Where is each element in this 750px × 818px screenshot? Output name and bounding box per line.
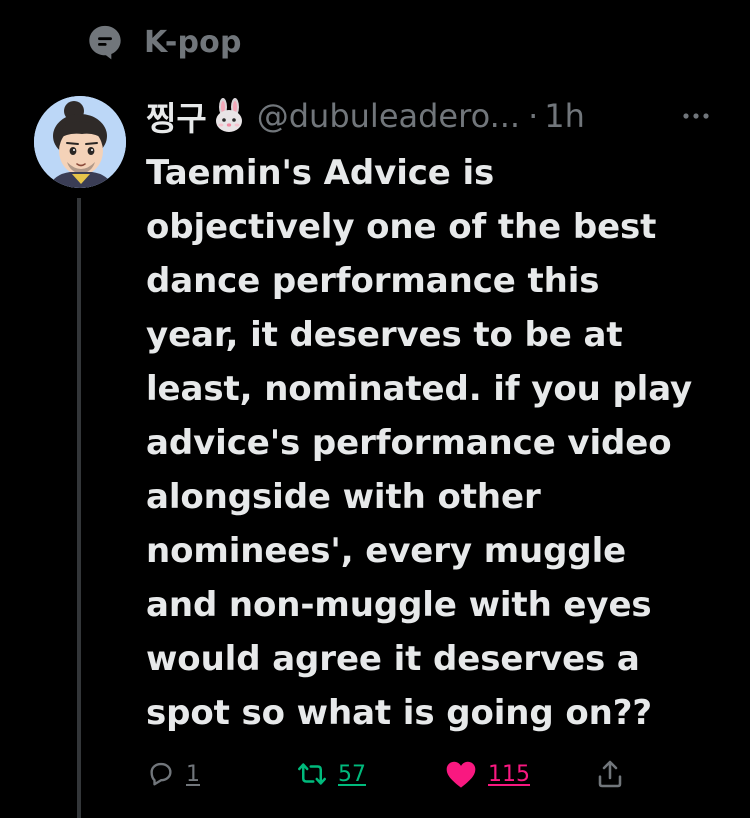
retweet-button[interactable]: 57 [296,759,366,789]
more-horizontal-icon [683,113,709,119]
like-button[interactable]: 115 [444,759,530,789]
topic-label[interactable]: K-pop [144,25,242,60]
like-count: 115 [488,761,530,787]
thread-line [77,198,81,818]
rabbit-face-icon [215,98,242,132]
share-icon [598,760,622,788]
tweet-actions: 1 57 115 [146,752,636,796]
retweet-count: 57 [338,761,366,787]
heart-filled-icon [446,761,476,788]
tweet-timestamp[interactable]: 1h [544,97,585,135]
avatar[interactable] [34,96,126,188]
reply-bubble-icon [150,762,172,786]
header-separator: · [528,97,539,135]
topic-context[interactable]: K-pop [86,18,242,66]
share-button[interactable] [594,758,626,790]
author-handle[interactable]: @dubuleadero... [257,97,520,135]
author-display-name[interactable]: 찡구 [146,92,207,140]
reply-button[interactable]: 1 [146,759,200,789]
retweet-icon [298,763,326,785]
topic-chat-icon [89,25,121,60]
reply-count: 1 [186,761,200,787]
tweet-text: Taemin's Advice is objectively one of th… [146,153,693,733]
avatar-illustration [34,96,126,188]
more-options-button[interactable] [680,100,712,132]
tweet-header: 찡구 @dubuleadero... · 1h [146,88,726,144]
